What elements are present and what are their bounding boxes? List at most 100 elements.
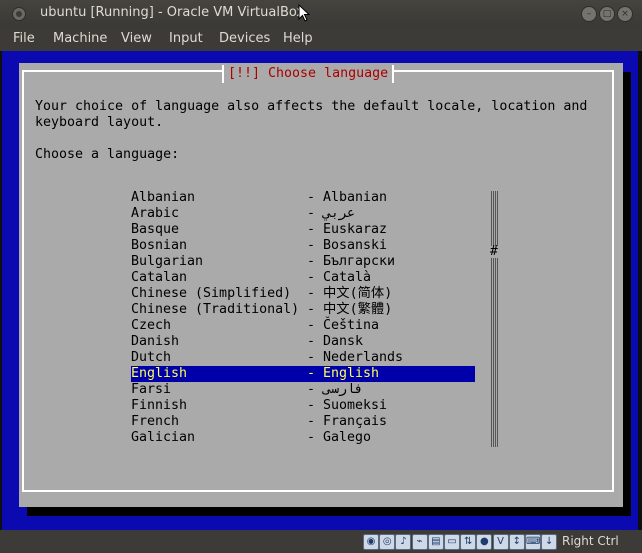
language-native-name: Български — [323, 254, 396, 269]
host-key-icon[interactable]: ↓ — [541, 534, 558, 550]
language-option[interactable]: Galician - Galego — [131, 430, 475, 446]
language-name: Bulgarian — [131, 254, 204, 269]
close-window-icon[interactable]: × — [617, 6, 633, 22]
language-native-name: Albanian — [323, 190, 388, 205]
language-separator: - — [307, 270, 316, 285]
menu-machine[interactable]: Machine — [53, 31, 107, 46]
maximize-icon[interactable]: □ — [599, 6, 615, 22]
language-name: Chinese (Traditional) — [131, 302, 300, 317]
menu-input[interactable]: Input — [169, 31, 203, 46]
language-name: Chinese (Simplified) — [131, 286, 292, 301]
host-key-label: Right Ctrl — [562, 534, 619, 548]
display-icon[interactable]: ▭ — [444, 534, 460, 550]
menu-view[interactable]: View — [121, 31, 152, 46]
close-icon[interactable] — [12, 7, 26, 21]
language-native-name: Galego — [323, 430, 372, 445]
video-capture-icon[interactable]: ● — [476, 534, 493, 550]
menu-bar: File Machine View Input Devices Help — [0, 27, 642, 51]
language-separator: - — [307, 382, 316, 397]
language-separator: - — [307, 318, 316, 333]
usb-icon[interactable]: ⌁ — [411, 534, 428, 550]
language-native-name: Català — [323, 270, 372, 285]
language-native-name: Bosanski — [323, 238, 388, 253]
language-option[interactable]: Czech - Čeština — [131, 318, 475, 334]
shared-folders-icon[interactable]: ▤ — [427, 534, 444, 550]
language-separator: - — [307, 398, 316, 413]
language-name: Danish — [131, 334, 180, 349]
vm-display[interactable]: [!!] Choose language Your choice of lang… — [0, 51, 642, 530]
menu-help[interactable]: Help — [283, 31, 313, 46]
language-option[interactable]: Finnish - Suomeksi — [131, 398, 475, 414]
menu-file[interactable]: File — [13, 31, 35, 46]
intro-text-line1: Your choice of language also affects the… — [35, 99, 588, 114]
language-separator: - — [307, 222, 316, 237]
language-separator: - — [307, 190, 316, 205]
language-separator: - — [307, 334, 316, 349]
choose-language-dialog: [!!] Choose language Your choice of lang… — [19, 63, 623, 507]
intro-text-line2: keyboard layout. — [35, 115, 164, 130]
language-option[interactable]: Farsi - فارسی — [131, 382, 475, 398]
language-option[interactable]: English - English — [131, 366, 475, 382]
language-option[interactable]: Arabic - عربي — [131, 206, 475, 222]
language-separator: - — [307, 350, 316, 365]
language-native-name: Dansk — [323, 334, 364, 349]
language-option[interactable]: Chinese (Traditional) - 中文(繁體) — [131, 302, 475, 318]
scrollbar-thumb[interactable]: # — [490, 245, 498, 258]
language-native-name: Français — [323, 414, 388, 429]
language-option[interactable]: Catalan - Català — [131, 270, 475, 286]
menu-devices[interactable]: Devices — [219, 31, 270, 46]
language-separator: - — [307, 302, 316, 317]
language-name: Finnish — [131, 398, 188, 413]
language-name: Czech — [131, 318, 172, 333]
title-bar: ubuntu [Running] - Oracle VM VirtualBox … — [0, 0, 642, 27]
language-prompt: Choose a language: — [35, 147, 180, 162]
language-native-name: Suomeksi — [323, 398, 388, 413]
mouse-integration-icon[interactable]: ↕ — [508, 534, 525, 550]
language-option[interactable]: Danish - Dansk — [131, 334, 475, 350]
language-native-name: فارسی — [323, 382, 364, 397]
language-separator: - — [307, 430, 316, 445]
audio-icon[interactable]: ♪ — [395, 534, 412, 550]
optical-drive-icon[interactable]: ◎ — [379, 534, 396, 550]
dialog-title: [!!] Choose language — [222, 65, 395, 83]
language-name: Catalan — [131, 270, 188, 285]
language-name: French — [131, 414, 180, 429]
language-option[interactable]: Bulgarian - Български — [131, 254, 475, 270]
language-separator: - — [307, 286, 316, 301]
keyboard-icon[interactable]: ⌨ — [525, 534, 541, 550]
language-name: Basque — [131, 222, 180, 237]
language-name: Galician — [131, 430, 196, 445]
installer-background: [!!] Choose language Your choice of lang… — [2, 51, 638, 530]
language-separator: - — [307, 254, 316, 269]
language-name: Arabic — [131, 206, 180, 221]
minimize-icon[interactable]: – — [581, 6, 597, 22]
language-separator: - — [307, 238, 316, 253]
hard-disk-icon[interactable]: ◉ — [363, 534, 379, 550]
language-separator: - — [307, 366, 316, 381]
language-option[interactable]: Bosnian - Bosanski — [131, 238, 475, 254]
language-separator: - — [307, 414, 316, 429]
network-icon[interactable]: ⇅ — [460, 534, 477, 550]
language-option[interactable]: Basque - Euskaraz — [131, 222, 475, 238]
language-option[interactable]: Albanian - Albanian — [131, 190, 475, 206]
language-list[interactable]: Albanian - Albanian Arabic - عربي Basque - Euska… — [131, 190, 475, 446]
language-option[interactable]: French - Français — [131, 414, 475, 430]
language-name: Bosnian — [131, 238, 188, 253]
language-option[interactable]: Dutch - Nederlands — [131, 350, 475, 366]
language-name: Albanian — [131, 190, 196, 205]
language-name: Farsi — [131, 382, 172, 397]
language-native-name: English — [323, 366, 380, 381]
language-native-name: 中文(简体) — [323, 286, 393, 301]
language-separator: - — [307, 206, 316, 221]
virtualization-icon[interactable]: V — [492, 534, 509, 550]
language-option[interactable]: Chinese (Simplified) - 中文(简体) — [131, 286, 475, 302]
status-bar: ◉ ◎ ♪ ⌁ ▤ ▭ ⇅ ● V ↕ ⌨ ↓ Right Ctrl — [0, 530, 642, 553]
language-native-name: Čeština — [323, 318, 380, 333]
language-native-name: Nederlands — [323, 350, 404, 365]
language-native-name: 中文(繁體) — [323, 302, 393, 317]
language-native-name: Euskaraz — [323, 222, 388, 237]
list-scrollbar[interactable] — [491, 191, 498, 447]
mouse-pointer-icon — [298, 4, 310, 22]
language-name: Dutch — [131, 350, 172, 365]
window-title: ubuntu [Running] - Oracle VM VirtualBox — [40, 5, 305, 20]
